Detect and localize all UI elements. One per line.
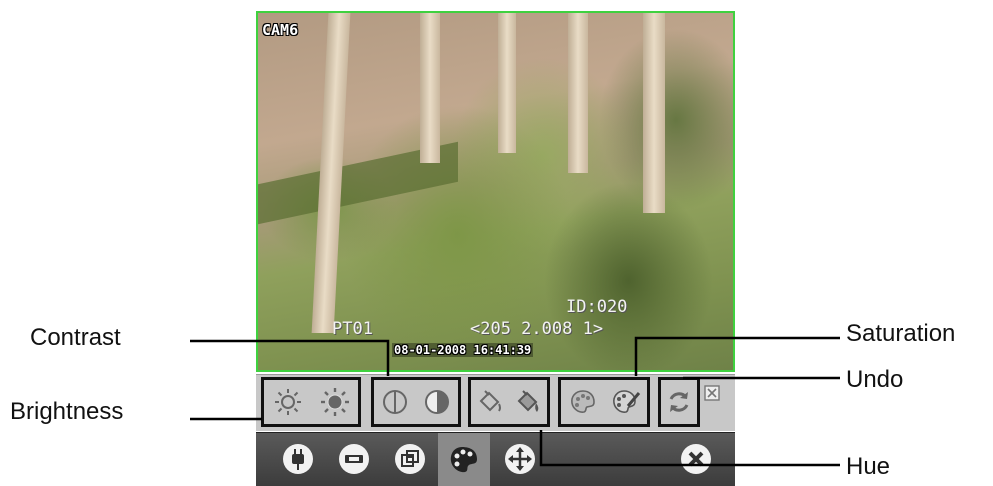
color-adjust-button[interactable] [438,433,490,486]
hue-down-button[interactable] [472,384,508,420]
record-button[interactable] [334,439,374,479]
plug-icon [283,444,313,474]
timestamp-overlay: 08-01-2008 16:41:39 [392,343,534,357]
camera-view[interactable]: CAM6 ID:020 PT01 <205 2.008 1> 08-01-200… [256,11,735,372]
move-arrows-icon [505,444,535,474]
tape-icon [339,444,369,474]
undo-callout: Undo [846,366,904,393]
ptz-overlay: PT01 [332,319,373,339]
contrast-up-button[interactable] [419,384,455,420]
scene-pillar [643,13,665,213]
main-toolbar [256,432,735,486]
scene-pillar [568,13,588,173]
brightness-group [261,377,361,427]
camera-label: CAM6 [262,21,299,39]
palette-icon [450,446,477,472]
undo-button[interactable] [661,384,697,420]
position-overlay: <205 2.008 1> [470,319,604,339]
palette-icon [570,390,595,413]
brightness-down-button[interactable] [270,384,306,420]
brightness-callout: Brightness [10,398,124,425]
palette-brush-icon [612,390,640,413]
saturation-up-button[interactable] [608,384,644,420]
saturation-callout: Saturation [846,320,956,347]
close-adjust-button[interactable] [704,385,720,401]
hue-group [468,377,550,427]
refresh-arrows-icon [669,392,689,412]
hue-callout: Hue [846,453,891,480]
undo-group [658,377,700,427]
ptz-control-button[interactable] [500,439,540,479]
paint-bucket-fill-icon [517,390,539,412]
circle-half-filled-icon [425,390,449,414]
brightness-up-button[interactable] [317,384,353,420]
contrast-callout: Contrast [30,324,121,351]
close-button[interactable] [676,439,716,479]
scene-pillar [498,13,516,153]
paint-bucket-icon [479,390,501,412]
sun-outline-icon [274,389,301,415]
overlap-windows-icon [395,444,425,474]
contrast-group [371,377,461,427]
saturation-group [558,377,650,427]
multi-view-button[interactable] [390,439,430,479]
sun-filled-icon [320,388,349,416]
close-box-icon [704,385,720,401]
close-circle-icon [681,444,711,474]
circle-half-line-icon [383,390,407,414]
camera-id-overlay: ID:020 [566,297,628,317]
contrast-down-button[interactable] [377,384,413,420]
scene-pillar [420,13,440,163]
image-adjust-toolbar [256,374,735,431]
saturation-down-button[interactable] [565,384,601,420]
hue-up-button[interactable] [510,384,546,420]
connect-button[interactable] [278,439,318,479]
